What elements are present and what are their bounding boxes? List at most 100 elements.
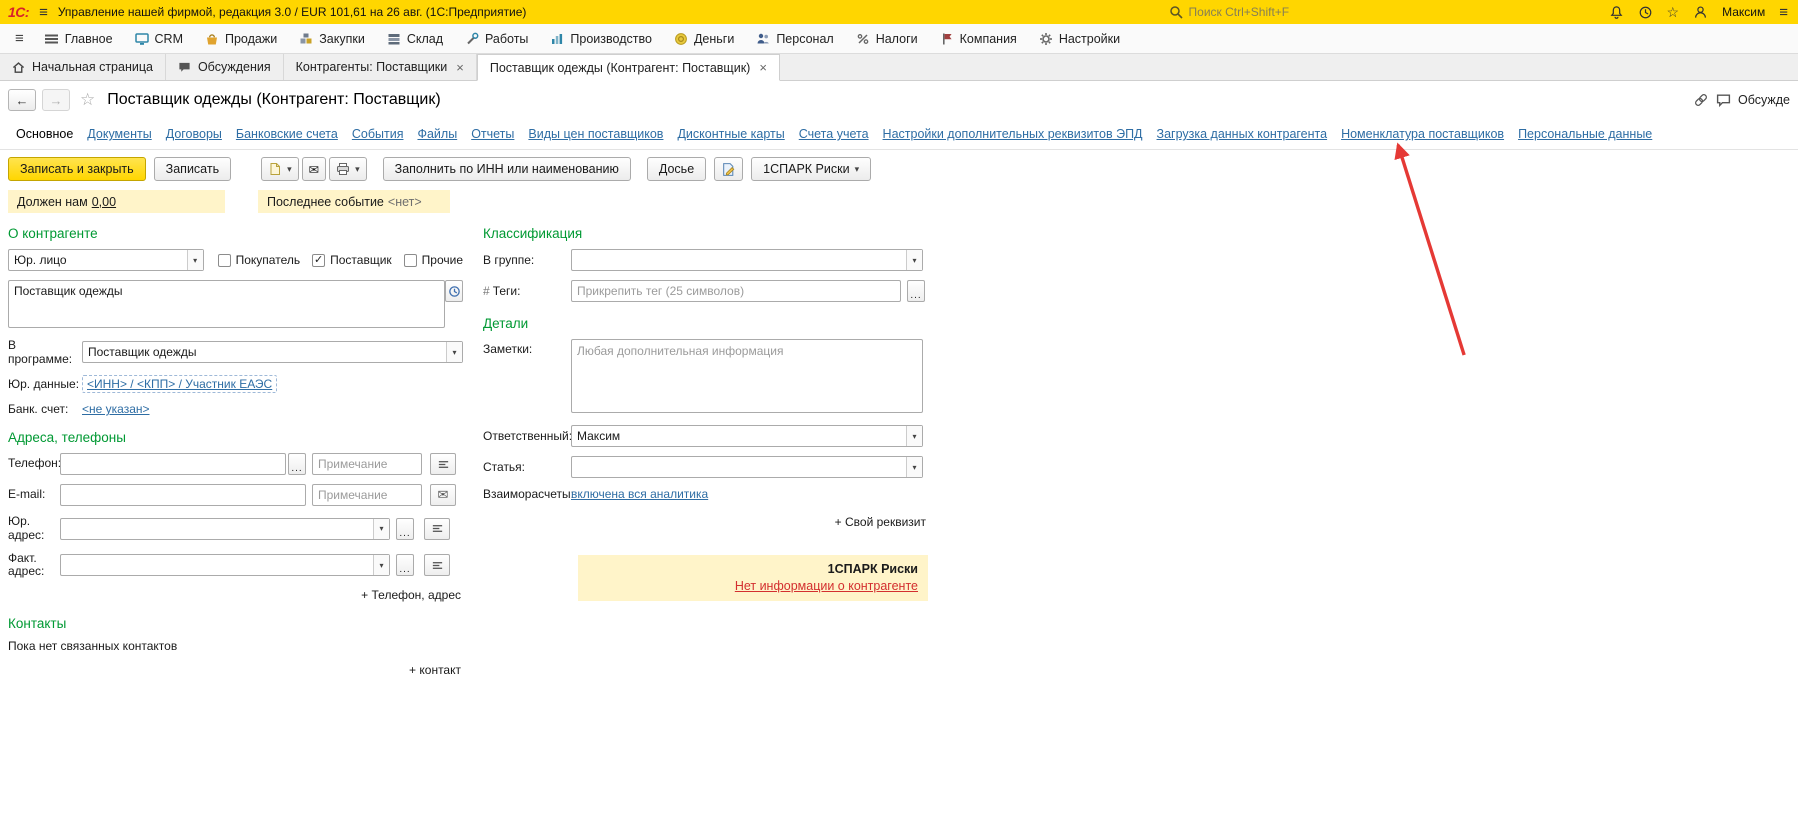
menu-item-money[interactable]: Деньги bbox=[664, 27, 744, 51]
close-icon[interactable]: × bbox=[759, 60, 767, 75]
menu-item-crm[interactable]: CRM bbox=[125, 27, 193, 51]
actual-address-more-button[interactable]: ... bbox=[396, 554, 414, 577]
spark-no-info-link[interactable]: Нет информации о контрагенте bbox=[735, 579, 918, 593]
user-icon[interactable] bbox=[1693, 5, 1708, 20]
save-button[interactable]: Записать bbox=[153, 157, 232, 181]
chevron-down-icon[interactable]: ▾ bbox=[906, 457, 922, 477]
main-menu-icon[interactable]: ≡ bbox=[39, 5, 48, 20]
checkbox-other[interactable]: Прочие bbox=[403, 253, 463, 267]
nav-link-documents[interactable]: Документы bbox=[87, 127, 151, 141]
print-button[interactable]: ▾ bbox=[329, 157, 367, 181]
phone-input[interactable] bbox=[60, 453, 286, 475]
dossier-button[interactable]: Досье bbox=[646, 157, 707, 181]
nav-link-reports[interactable]: Отчеты bbox=[471, 127, 514, 141]
checkbox-supplier[interactable]: ✓ Поставщик bbox=[312, 253, 392, 267]
fill-by-inn-button[interactable]: Заполнить по ИНН или наименованию bbox=[382, 157, 631, 181]
article-combo[interactable]: ▾ bbox=[571, 456, 923, 478]
counterparty-type-combo[interactable]: Юр. лицо ▾ bbox=[8, 249, 204, 271]
tags-more-button[interactable]: ... bbox=[907, 280, 925, 302]
nav-link-files[interactable]: Файлы bbox=[417, 127, 457, 141]
counterparty-name-input[interactable]: Поставщик одежды bbox=[8, 280, 445, 328]
nav-link-epd-settings[interactable]: Настройки дополнительных реквизитов ЭПД bbox=[883, 127, 1143, 141]
chevron-down-icon[interactable]: ▾ bbox=[186, 250, 203, 270]
nav-link-discount-cards[interactable]: Дисконтные карты bbox=[677, 127, 784, 141]
discuss-bubble-icon[interactable] bbox=[1716, 93, 1731, 108]
tab-home[interactable]: Начальная страница bbox=[0, 54, 166, 80]
forward-button[interactable]: → bbox=[42, 89, 70, 111]
name-history-button[interactable] bbox=[445, 280, 463, 302]
current-user-name[interactable]: Максим bbox=[1722, 5, 1765, 19]
add-phone-address-link[interactable]: + Телефон, адрес bbox=[361, 588, 461, 602]
bank-account-link[interactable]: <не указан> bbox=[82, 402, 150, 416]
add-contact-link[interactable]: + контакт bbox=[409, 663, 461, 677]
menu-item-taxes[interactable]: Налоги bbox=[846, 27, 928, 51]
tags-input[interactable] bbox=[571, 280, 901, 302]
menu-item-sales[interactable]: Продажи bbox=[195, 27, 287, 51]
group-combo[interactable]: ▾ bbox=[571, 249, 923, 271]
tab-counterparties-suppliers[interactable]: Контрагенты: Поставщики × bbox=[284, 54, 477, 80]
spark-risks-button[interactable]: 1СПАРК Риски ▾ bbox=[751, 157, 872, 181]
nav-link-contracts[interactable]: Договоры bbox=[166, 127, 222, 141]
favorites-star-icon[interactable]: ☆ bbox=[1667, 4, 1680, 21]
back-button[interactable]: ← bbox=[8, 89, 36, 111]
chevron-down-icon[interactable]: ▾ bbox=[906, 250, 922, 270]
history-clock-icon[interactable] bbox=[1638, 5, 1653, 20]
nav-link-supplier-price-types[interactable]: Виды цен поставщиков bbox=[528, 127, 663, 141]
nav-link-personal-data[interactable]: Персональные данные bbox=[1518, 127, 1652, 141]
get-link-icon[interactable] bbox=[1693, 92, 1709, 108]
email-send-button[interactable]: ✉ bbox=[430, 484, 456, 506]
notifications-bell-icon[interactable] bbox=[1609, 5, 1624, 20]
checkbox-buyer[interactable]: Покупатель bbox=[217, 253, 300, 267]
menu-item-purchases[interactable]: Закупки bbox=[289, 27, 375, 51]
sections-menu-icon[interactable]: ≡ bbox=[6, 30, 33, 47]
menu-item-company[interactable]: Компания bbox=[930, 27, 1027, 51]
menu-item-main[interactable]: Главное bbox=[35, 27, 123, 51]
nav-link-counterparty-data-load[interactable]: Загрузка данных контрагента bbox=[1157, 127, 1328, 141]
chevron-down-icon[interactable]: ▾ bbox=[373, 555, 389, 576]
in-program-combo[interactable]: Поставщик одежды ▾ bbox=[82, 341, 463, 363]
owes-amount-link[interactable]: 0,00 bbox=[92, 195, 116, 209]
add-custom-attribute-link[interactable]: + Свой реквизит bbox=[835, 515, 926, 529]
send-email-button[interactable]: ✉ bbox=[301, 157, 327, 181]
legal-data-link[interactable]: <ИНН> / <КПП> / Участник ЕАЭС bbox=[82, 375, 278, 393]
email-note-input[interactable] bbox=[312, 484, 422, 506]
chevron-down-icon[interactable]: ▾ bbox=[446, 342, 462, 362]
responsible-combo[interactable]: Максим ▾ bbox=[571, 425, 923, 447]
tab-discussions[interactable]: Обсуждения bbox=[166, 54, 284, 80]
nav-link-main[interactable]: Основное bbox=[16, 127, 73, 141]
close-icon[interactable]: × bbox=[456, 60, 464, 75]
add-to-favorites-star-icon[interactable]: ☆ bbox=[80, 90, 95, 110]
save-close-button[interactable]: Записать и закрыть bbox=[8, 157, 146, 181]
actual-address-comment-button[interactable] bbox=[424, 554, 450, 577]
menu-item-settings[interactable]: Настройки bbox=[1029, 27, 1130, 51]
menu-item-works[interactable]: Работы bbox=[455, 27, 538, 51]
menu-item-production[interactable]: Производство bbox=[540, 27, 662, 51]
nav-link-nomenclature[interactable]: Номенклатура поставщиков bbox=[1341, 127, 1504, 141]
phone-comment-button[interactable] bbox=[430, 453, 456, 475]
menu-item-personnel[interactable]: Персонал bbox=[746, 27, 843, 51]
notes-input[interactable] bbox=[571, 339, 923, 413]
chevron-down-icon[interactable]: ▾ bbox=[906, 426, 922, 446]
checkbox-box[interactable]: ✓ bbox=[312, 253, 326, 267]
service-menu-icon[interactable]: ≡ bbox=[1779, 5, 1788, 20]
nav-link-events[interactable]: События bbox=[352, 127, 404, 141]
checkbox-box[interactable] bbox=[403, 253, 417, 267]
legal-address-combo[interactable]: ▾ bbox=[60, 517, 390, 540]
tab-supplier-card[interactable]: Поставщик одежды (Контрагент: Поставщик)… bbox=[476, 54, 780, 81]
settlements-link[interactable]: включена вся аналитика bbox=[571, 487, 708, 501]
chevron-down-icon[interactable]: ▾ bbox=[373, 518, 389, 539]
phone-note-input[interactable] bbox=[312, 453, 422, 475]
global-search-input[interactable]: Поиск Ctrl+Shift+F bbox=[1169, 5, 1439, 19]
phone-more-button[interactable]: ... bbox=[288, 453, 306, 475]
legal-address-more-button[interactable]: ... bbox=[396, 517, 414, 540]
nav-link-bank-accounts[interactable]: Банковские счета bbox=[236, 127, 338, 141]
discuss-label[interactable]: Обсужде bbox=[1738, 93, 1790, 107]
dossier-report-button[interactable] bbox=[714, 157, 744, 181]
checkbox-box[interactable] bbox=[217, 253, 231, 267]
create-based-on-button[interactable]: ▾ bbox=[261, 157, 299, 181]
actual-address-combo[interactable]: ▾ bbox=[60, 554, 390, 577]
legal-address-comment-button[interactable] bbox=[424, 517, 450, 540]
nav-link-accounting-accounts[interactable]: Счета учета bbox=[799, 127, 869, 141]
email-input[interactable] bbox=[60, 484, 306, 506]
menu-item-warehouse[interactable]: Склад bbox=[377, 27, 453, 51]
